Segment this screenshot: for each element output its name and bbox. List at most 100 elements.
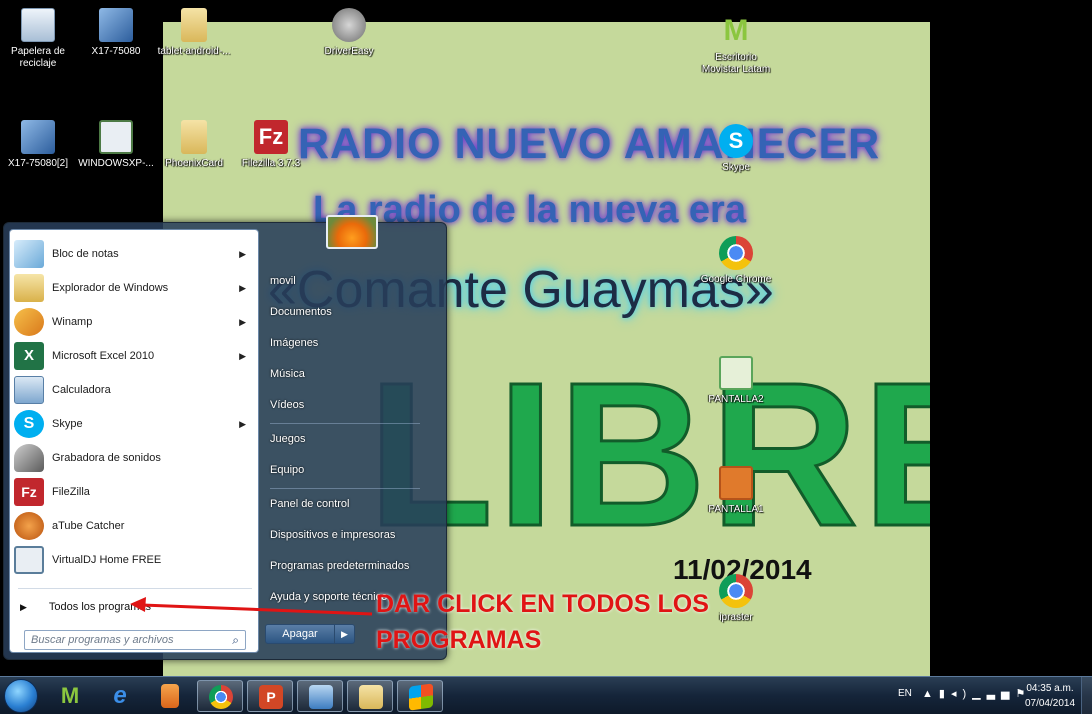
start-item-winamp[interactable]: Winamp ▶ [14,306,254,338]
start-item-notepad[interactable]: Bloc de notas ▶ [14,238,254,270]
start-menu-divider [18,588,252,589]
image-icon [719,466,753,500]
drivereasy-icon [332,8,366,42]
desktop-icon-windowsxp[interactable]: WINDOWSXP-... [76,120,156,170]
start-link-control-panel[interactable]: Panel de control [270,498,350,510]
start-item-filezilla[interactable]: Fz FileZilla [14,476,254,508]
folder-icon [181,120,207,154]
volume-icon[interactable]: ◂) [951,688,972,700]
start-link-games[interactable]: Juegos [270,433,305,445]
chrome-icon [209,685,233,709]
image-icon [719,356,753,390]
all-programs-button[interactable]: ▶ Todos los programas [20,597,250,617]
calculator-icon [14,376,44,404]
desktop: RADIO NUEVO AMANECER La radio de la nuev… [0,0,1092,714]
desktop-icon-x17-75080[interactable]: X17-75080 [76,8,156,58]
excel-icon: X [14,342,44,370]
language-indicator[interactable]: EN [898,688,912,699]
search-input[interactable]: Buscar programas y archivos ⌕ [24,630,246,650]
movistar-icon: M [723,14,749,47]
start-item-calculator[interactable]: Calculadora [14,374,254,406]
shutdown-button[interactable]: Apagar [265,624,335,644]
start-link-default-programs[interactable]: Programas predeterminados [270,560,409,572]
document-icon [99,120,133,154]
network-icon [309,685,333,709]
taskbar-chrome[interactable] [197,680,243,712]
start-places-divider [270,423,420,424]
show-desktop-button[interactable] [1081,677,1092,714]
start-item-sound-recorder[interactable]: Grabadora de sonidos [14,442,254,474]
virtualdj-icon [14,546,44,574]
powerpoint-icon: P [259,685,283,709]
signal-icon[interactable]: ▁▃▅ [972,688,1015,700]
internet-explorer-icon: e [113,682,127,709]
wallpaper-libre: LIBRE [367,340,931,569]
taskbar-movistar[interactable]: M [47,680,93,712]
start-link-music[interactable]: Música [270,368,305,380]
triangle-right-icon: ▶ [20,601,27,612]
desktop-icon-skype[interactable]: S Skype [696,124,776,174]
taskbar: M e P EN ▲▮◂)▁▃▅⚑ 04:35 a.m. 07/04/2014 [0,676,1092,714]
chrome-icon [719,236,753,270]
winamp-icon [14,308,44,336]
skype-icon: S [719,124,753,158]
explorer-icon [14,274,44,302]
start-item-virtualdj[interactable]: VirtualDJ Home FREE [14,544,254,576]
taskbar-network[interactable] [297,680,343,712]
taskbar-powerpoint[interactable]: P [247,680,293,712]
skype-icon: S [14,410,44,438]
desktop-icon-movistar[interactable]: M Escritorio Movistar Latam [696,14,776,76]
taskbar-explorer[interactable] [347,680,393,712]
desktop-icon-x17-75080-2[interactable]: X17-75080[2] [0,120,78,170]
start-link-devices-printers[interactable]: Dispositivos e impresoras [270,529,395,541]
start-link-computer[interactable]: Equipo [270,464,304,476]
desktop-icon-pantalla2[interactable]: PANTALLA2 [696,356,776,406]
submenu-arrow-icon: ▶ [239,282,246,293]
start-link-pictures[interactable]: Imágenes [270,337,318,349]
start-places-divider [270,488,420,489]
desktop-icon-filezilla[interactable]: Fz Filezilla 3.7.3 [231,120,311,170]
start-link-user[interactable]: movil [270,275,296,287]
notification-area: ▲▮◂)▁▃▅⚑ [922,687,1031,700]
submenu-arrow-icon: ▶ [239,350,246,361]
setup-icon [99,8,133,42]
microphone-icon [14,444,44,472]
start-link-help-support[interactable]: Ayuda y soporte técnico [270,591,387,603]
submenu-arrow-icon: ▶ [239,248,246,259]
windows-icon [409,683,433,711]
shutdown-options-arrow-icon[interactable]: ▶ [335,624,355,644]
taskbar-media-player[interactable] [147,680,193,712]
start-link-videos[interactable]: Vídeos [270,399,304,411]
start-button[interactable] [4,679,38,713]
clock-date[interactable]: 07/04/2014 [1020,698,1080,709]
annotation-text: DAR CLICK EN TODOS LOS PROGRAMAS [376,590,709,654]
folder-icon [359,685,383,709]
desktop-icon-recycle-bin[interactable]: Papelera de reciclaje [0,8,78,70]
start-item-excel[interactable]: X Microsoft Excel 2010 ▶ [14,340,254,372]
start-item-windows-explorer[interactable]: Explorador de Windows ▶ [14,272,254,304]
clock-time[interactable]: 04:35 a.m. [1020,683,1080,694]
submenu-arrow-icon: ▶ [239,418,246,429]
recycle-bin-icon [21,8,55,42]
taskbar-windows[interactable] [397,680,443,712]
taskbar-internet-explorer[interactable]: e [97,680,143,712]
notepad-icon [14,240,44,268]
desktop-icon-google-chrome[interactable]: Google Chrome [696,236,776,286]
start-item-skype[interactable]: S Skype ▶ [14,408,254,440]
atube-icon [14,512,44,540]
setup-icon [21,120,55,154]
desktop-icon-tablet-android[interactable]: tablet-android-... [154,8,234,58]
desktop-icon-drivereasy[interactable]: DriverEasy [309,8,389,58]
wallpaper-title: RADIO NUEVO AMANECER [298,120,881,168]
media-player-icon [161,684,179,708]
desktop-icon-pantalla1[interactable]: PANTALLA1 [696,466,776,516]
filezilla-icon: Fz [254,120,288,154]
start-menu-programs-pane: Bloc de notas ▶ Explorador de Windows ▶ … [9,229,259,653]
show-hidden-icons-icon[interactable]: ▲ [922,688,939,700]
desktop-icon-phoenixcard[interactable]: PhoenixCard [154,120,234,170]
folder-icon [181,8,207,42]
start-link-documents[interactable]: Documentos [270,306,332,318]
start-item-atube-catcher[interactable]: aTube Catcher [14,510,254,542]
search-icon[interactable]: ⌕ [232,633,239,648]
device-icon[interactable]: ▮ [939,688,951,700]
